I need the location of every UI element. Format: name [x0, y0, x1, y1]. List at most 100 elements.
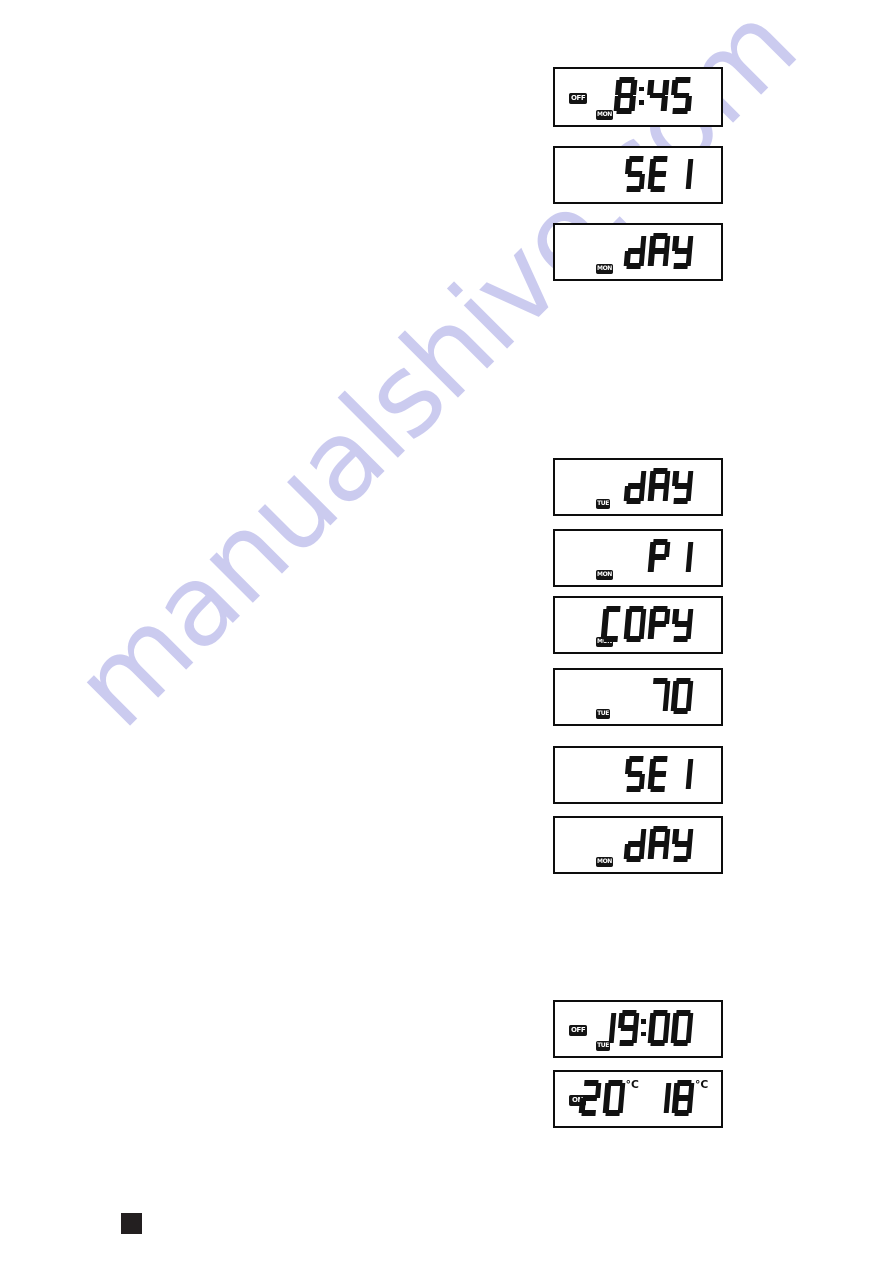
off-indicator-badge: OFF	[569, 93, 588, 104]
lcd-readout	[625, 156, 695, 192]
segment-g	[651, 621, 666, 627]
lcd-digit	[647, 826, 671, 862]
lcd-colon	[639, 77, 645, 114]
lcd-digit	[624, 156, 647, 192]
weekday-indicator-badge: MON	[596, 857, 613, 867]
segment-g	[605, 621, 619, 627]
lcd-colon	[641, 1010, 647, 1046]
display-temperatures: ON °C °C	[553, 1070, 723, 1128]
segment-g	[653, 1095, 667, 1101]
segment-g	[598, 1025, 612, 1031]
lcd-digit	[613, 77, 638, 115]
weekday-indicator-badge: MON	[596, 264, 613, 274]
display-time-8-45: OFF MON	[553, 67, 723, 127]
display-time-19-00: OFF TUE	[553, 1000, 723, 1058]
segment-g	[649, 93, 665, 99]
segment-g	[620, 1025, 636, 1031]
lcd-readout	[624, 468, 695, 504]
segment-g	[651, 171, 666, 177]
lcd-digit	[647, 606, 671, 642]
lcd-digit	[670, 826, 694, 862]
lcd-digit	[647, 233, 671, 269]
lcd-digit	[670, 606, 694, 642]
off-indicator-badge: OFF	[569, 1025, 588, 1037]
lcd-digit	[647, 156, 670, 192]
lcd-screen: TUE	[555, 670, 721, 724]
segment-g	[673, 93, 689, 99]
lcd-readout	[625, 756, 695, 792]
lcd-screen	[555, 148, 721, 202]
lcd-digit	[647, 468, 671, 504]
segment-g	[651, 771, 666, 777]
weekday-indicator-badge: MON	[596, 570, 613, 580]
segment-g	[674, 248, 690, 254]
lcd-digit	[670, 1010, 694, 1046]
lcd-screen: TUE	[555, 460, 721, 514]
lcd-digit	[647, 539, 671, 575]
lcd-digit	[624, 756, 647, 792]
lcd-screen: ON °C °C	[555, 1072, 721, 1126]
segment-g	[628, 621, 642, 627]
lcd-readout	[624, 826, 695, 862]
lcd-digit	[670, 468, 694, 504]
display-set	[553, 146, 723, 204]
display-day-mon-2: MON	[553, 816, 723, 874]
segment-g	[651, 483, 666, 489]
segment-g	[675, 554, 689, 560]
page-marker	[121, 1213, 142, 1234]
lcd-digit	[602, 1080, 625, 1116]
lcd-screen	[555, 748, 721, 802]
segment-g	[618, 93, 634, 99]
lcd-digit	[670, 156, 694, 192]
segment-g	[651, 841, 666, 847]
lcd-digit	[593, 1010, 617, 1046]
lcd-digit	[601, 606, 624, 642]
segment-g	[651, 1025, 665, 1031]
lcd-screen: MON	[555, 598, 721, 652]
weekday-indicator-badge: TUE	[596, 709, 610, 719]
segment-g	[675, 1025, 689, 1031]
segment-g	[674, 483, 690, 489]
segment-g	[651, 248, 666, 254]
lcd-digit	[645, 77, 670, 114]
segment-g	[628, 248, 643, 254]
segment-g	[651, 693, 665, 699]
display-day-tue: TUE	[553, 458, 723, 516]
lcd-readout	[647, 539, 695, 575]
segment-g	[628, 841, 643, 847]
degree-celsius-icon: °C	[694, 1078, 709, 1092]
segment-g	[674, 841, 690, 847]
segment-g	[651, 554, 666, 560]
lcd-readout: °C °C	[579, 1078, 709, 1116]
lcd-readout	[613, 77, 695, 115]
lcd-digit	[624, 826, 647, 862]
weekday-indicator-badge: MON	[596, 110, 613, 120]
lcd-digit	[670, 233, 694, 269]
lcd-screen: OFF TUE	[555, 1002, 721, 1056]
segment-g	[675, 771, 689, 777]
lcd-digit	[670, 756, 694, 792]
lcd-digit	[670, 678, 694, 714]
segment-g	[675, 171, 689, 177]
lcd-screen: MON	[555, 225, 721, 279]
segment-g	[675, 693, 689, 699]
lcd-digit	[624, 468, 647, 504]
segment-g	[628, 483, 643, 489]
degree-celsius-icon: °C	[625, 1078, 639, 1092]
lcd-readout	[624, 233, 695, 269]
watermark: manualshive.com	[0, 0, 893, 1263]
lcd-readout	[595, 1010, 695, 1046]
display-program-p1: MON	[553, 529, 723, 587]
display-set-2	[553, 746, 723, 804]
segment-g	[628, 171, 643, 177]
lcd-digit	[648, 1080, 672, 1116]
lcd-digit	[624, 606, 647, 642]
segment-g	[583, 1095, 598, 1101]
lcd-screen: OFF MON	[555, 69, 721, 125]
lcd-digit	[647, 756, 670, 792]
segment-g	[674, 621, 690, 627]
manual-page: manualshive.com OFF MON MON TUE MON MON TUE MON…	[0, 0, 893, 1263]
segment-g	[606, 1095, 620, 1101]
display-value-70: TUE	[553, 668, 723, 726]
lcd-digit	[669, 77, 693, 115]
